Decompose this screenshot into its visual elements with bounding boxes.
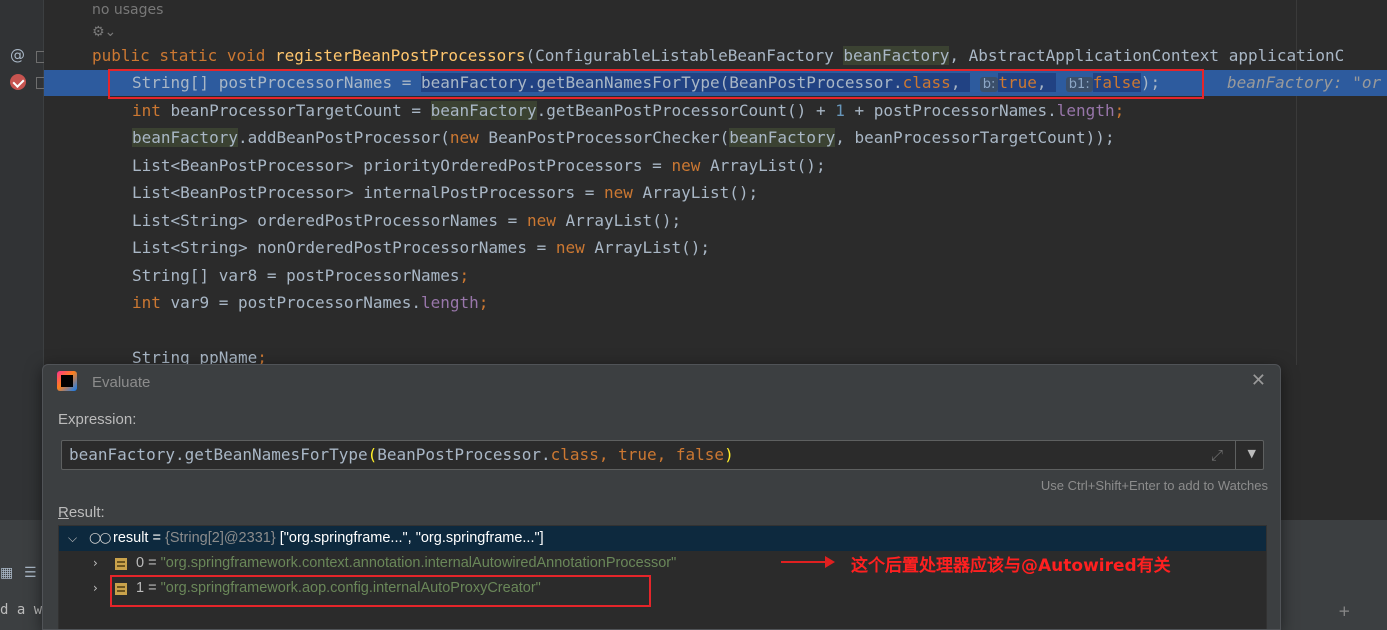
code-line: int var9 = postProcessorNames.length; xyxy=(132,293,489,312)
highlight-box-item-1 xyxy=(110,575,651,607)
code-line: List<String> orderedPostProcessorNames =… xyxy=(132,211,682,230)
intellij-logo-icon xyxy=(57,371,77,391)
override-marker-icon[interactable]: @ xyxy=(10,46,25,64)
expand-editor-icon[interactable]: ⤢ xyxy=(1211,446,1223,464)
expression-input[interactable]: beanFactory.getBeanNamesForType(BeanPost… xyxy=(61,440,1264,470)
highlight-box-current-line xyxy=(108,69,1204,99)
dialog-title-bar[interactable]: Evaluate ✕ xyxy=(43,365,1280,399)
expression-text[interactable]: beanFactory.getBeanNamesForType(BeanPost… xyxy=(69,445,734,464)
code-line: beanFactory.addBeanPostProcessor(new Bea… xyxy=(132,128,1115,147)
close-icon[interactable]: ✕ xyxy=(1251,370,1266,391)
code-editor[interactable]: no usages ⚙⌄ public static void register… xyxy=(44,0,1387,365)
console-input-text: d a w xyxy=(0,602,43,618)
result-label: Result: xyxy=(58,504,105,521)
list-icon[interactable]: ☰ xyxy=(24,565,37,581)
annotation-text: 这个后置处理器应该与@Autowired有关 xyxy=(851,556,1171,576)
tree-row-result[interactable]: ⌵ ○○ result = {String[2]@2331} ["org.spr… xyxy=(59,526,1266,551)
code-line: String ppName; xyxy=(132,348,267,365)
dialog-title: Evaluate xyxy=(92,374,151,391)
chevron-down-icon[interactable]: ▼ xyxy=(1248,447,1256,460)
expression-label: Expression: xyxy=(58,411,137,428)
inline-debug-value: beanFactory: "or xyxy=(1227,73,1382,92)
annotation-arrow xyxy=(781,556,835,568)
dropdown-separator xyxy=(1235,441,1236,469)
chevron-right-icon[interactable]: › xyxy=(93,551,98,576)
add-to-watches-hint: Use Ctrl+Shift+Enter to add to Watches xyxy=(1040,478,1268,493)
code-line: List<String> nonOrderedPostProcessorName… xyxy=(132,238,710,257)
method-signature-line: public static void registerBeanPostProce… xyxy=(92,46,1345,65)
code-line: List<BeanPostProcessor> priorityOrderedP… xyxy=(132,156,826,175)
breakpoint-icon[interactable] xyxy=(10,74,26,90)
watch-glasses-icon: ○○ xyxy=(89,530,111,546)
chevron-down-icon[interactable]: ⌵ xyxy=(68,526,77,551)
code-line: String[] var8 = postProcessorNames; xyxy=(132,266,470,285)
code-line: List<BeanPostProcessor> internalPostProc… xyxy=(132,183,759,202)
evaluate-dialog: Evaluate ✕ Expression: beanFactory.getBe… xyxy=(42,364,1281,630)
code-line: int beanProcessorTargetCount = beanFacto… xyxy=(132,101,1125,120)
add-icon[interactable]: + xyxy=(1338,602,1351,620)
array-element-icon xyxy=(115,558,127,570)
chevron-right-icon[interactable]: › xyxy=(93,576,98,601)
layout-icon[interactable]: ▦ xyxy=(0,565,13,581)
